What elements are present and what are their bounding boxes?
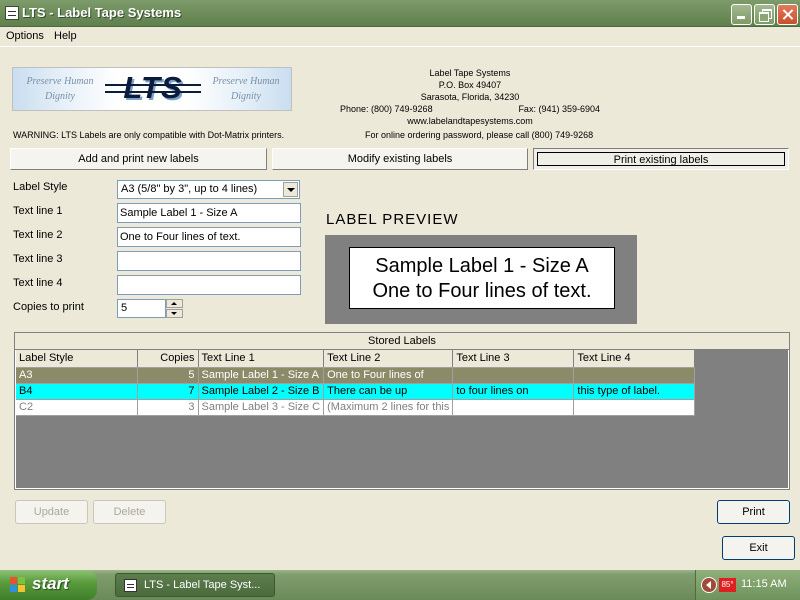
copies-increment-button[interactable]: [166, 299, 183, 308]
tab-modify-labels[interactable]: Modify existing labels: [272, 148, 528, 170]
company-address1: P.O. Box 49407: [438, 80, 502, 90]
system-tray: 85° 11:15 AM: [695, 570, 800, 600]
cell-copies[interactable]: 5: [137, 367, 199, 384]
cell-line1[interactable]: Sample Label 2 - Size B: [198, 383, 325, 400]
copies-label: Copies to print: [13, 301, 84, 313]
col-header-text-line1[interactable]: Text Line 1: [198, 350, 325, 368]
cell-line1[interactable]: Sample Label 3 - Size C: [198, 399, 325, 416]
col-header-text-line3[interactable]: Text Line 3: [452, 350, 575, 368]
label-preview-frame: Sample Label 1 - Size A One to Four line…: [325, 235, 637, 324]
maximize-button[interactable]: [754, 4, 775, 25]
text-line2-input[interactable]: One to Four lines of text.: [117, 227, 301, 247]
cell-line4[interactable]: [573, 399, 696, 416]
col-header-label-style[interactable]: Label Style: [16, 350, 138, 368]
show-hidden-icons-icon[interactable]: [701, 577, 717, 593]
cell-copies[interactable]: 7: [137, 383, 199, 400]
chevron-down-icon[interactable]: [283, 182, 298, 197]
col-header-text-line4[interactable]: Text Line 4: [573, 350, 696, 368]
window-title: LTS - Label Tape Systems: [22, 5, 182, 20]
start-label: start: [32, 574, 69, 593]
copies-decrement-button[interactable]: [166, 309, 183, 318]
text-line1-input[interactable]: Sample Label 1 - Size A: [117, 203, 301, 223]
taskbar: start LTS - Label Tape Syst... 85° 11:15…: [0, 570, 800, 600]
start-button[interactable]: start: [0, 570, 97, 600]
update-button[interactable]: Update: [15, 500, 88, 524]
cell-line3[interactable]: to four lines on: [452, 383, 575, 400]
company-name: Label Tape Systems: [429, 68, 511, 78]
table-row[interactable]: C2 3 Sample Label 3 - Size C (Maximum 2 …: [16, 399, 696, 416]
company-address2: Sarasota, Florida, 34230: [420, 92, 520, 102]
stored-labels-table: Label Style Copies Text Line 1 Text Line…: [16, 350, 696, 416]
company-website: www.labelandtapesystems.com: [407, 116, 533, 126]
text-line4-label: Text line 4: [13, 277, 63, 289]
printer-warning: WARNING: LTS Labels are only compatible …: [13, 130, 285, 140]
minimize-button[interactable]: [731, 4, 752, 25]
close-button[interactable]: [777, 4, 798, 25]
label-preview-title: LABEL PREVIEW: [326, 211, 459, 228]
company-info: Label Tape Systems P.O. Box 49407 Saraso…: [340, 67, 600, 127]
cell-style[interactable]: C2: [16, 399, 138, 416]
grid-body: Label Style Copies Text Line 1 Text Line…: [16, 350, 788, 488]
label-preview: Sample Label 1 - Size A One to Four line…: [349, 247, 615, 309]
company-fax: Fax: (941) 359-6904: [518, 104, 600, 114]
company-phone: Phone: (800) 749-9268: [340, 104, 433, 114]
col-header-text-line2[interactable]: Text Line 2: [323, 350, 454, 368]
ordering-note: For online ordering password, please cal…: [365, 130, 594, 140]
cell-line3[interactable]: [452, 367, 575, 384]
text-line2-label: Text line 2: [13, 229, 63, 241]
lts-logo: Preserve Human Dignity LTS Preserve Huma…: [12, 67, 292, 111]
col-header-copies[interactable]: Copies: [137, 350, 199, 368]
cell-line2[interactable]: One to Four lines of: [323, 367, 454, 384]
preview-line2: One to Four lines of text.: [372, 280, 592, 302]
cell-line3[interactable]: [452, 399, 575, 416]
copies-input[interactable]: 5: [117, 299, 166, 318]
label-style-label: Label Style: [13, 181, 68, 193]
delete-button[interactable]: Delete: [93, 500, 166, 524]
tab-add-new-labels[interactable]: Add and print new labels: [10, 148, 267, 170]
menu-divider: [0, 46, 800, 47]
print-button[interactable]: Print: [717, 500, 790, 524]
clock[interactable]: 11:15 AM: [741, 578, 787, 590]
cell-style[interactable]: B4: [16, 383, 138, 400]
app-window-icon: [124, 579, 137, 592]
stored-labels-caption: Stored Labels: [15, 333, 789, 350]
tab-print-existing-labels[interactable]: Print existing labels: [533, 148, 789, 170]
cell-line4[interactable]: [573, 367, 696, 384]
windows-logo-icon: [10, 577, 26, 593]
menu-bar: Options Help: [0, 27, 800, 46]
temperature-icon[interactable]: 85°: [719, 578, 736, 592]
header-row: Label Style Copies Text Line 1 Text Line…: [16, 350, 696, 368]
text-line1-label: Text line 1: [13, 205, 63, 217]
stored-labels-grid: Stored Labels Label Style Copies Text Li…: [14, 332, 790, 490]
table-row[interactable]: A3 5 Sample Label 1 - Size A One to Four…: [16, 367, 696, 384]
logo-tagline-right: Preserve Human Dignity: [212, 76, 280, 102]
text-line4-input[interactable]: [117, 275, 301, 295]
exit-button[interactable]: Exit: [722, 536, 795, 560]
label-style-select[interactable]: A3 (5/8" by 3", up to 4 lines): [117, 180, 300, 199]
menu-help[interactable]: Help: [54, 28, 77, 44]
cell-line4[interactable]: this type of label.: [573, 383, 696, 400]
cell-line2[interactable]: (Maximum 2 lines for this: [323, 399, 454, 416]
cell-line2[interactable]: There can be up: [323, 383, 454, 400]
menu-options[interactable]: Options: [6, 28, 44, 44]
label-style-value: A3 (5/8" by 3", up to 4 lines): [121, 183, 258, 195]
taskbar-item-label: LTS - Label Tape Syst...: [144, 579, 261, 591]
cell-line1[interactable]: Sample Label 1 - Size A: [198, 367, 325, 384]
cell-copies[interactable]: 3: [137, 399, 199, 416]
app-icon[interactable]: [5, 6, 19, 20]
table-row[interactable]: B4 7 Sample Label 2 - Size B There can b…: [16, 383, 696, 400]
title-bar: LTS - Label Tape Systems: [0, 0, 800, 27]
cell-style[interactable]: A3: [16, 367, 138, 384]
logo-wordmark: LTS: [105, 70, 201, 108]
text-line3-label: Text line 3: [13, 253, 63, 265]
logo-tagline-left: Preserve Human Dignity: [26, 76, 94, 102]
taskbar-item-lts[interactable]: LTS - Label Tape Syst...: [115, 573, 275, 597]
text-line3-input[interactable]: [117, 251, 301, 271]
preview-line1: Sample Label 1 - Size A: [375, 255, 589, 277]
tab-print-label: Print existing labels: [537, 152, 785, 166]
